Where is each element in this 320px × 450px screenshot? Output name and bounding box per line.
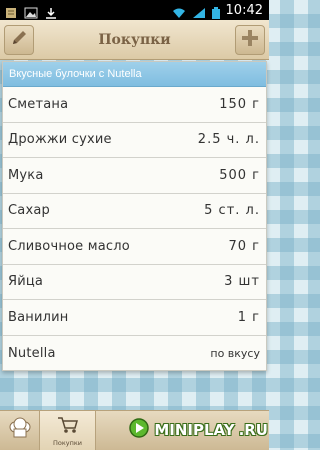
action-bar: Покупки <box>0 20 269 60</box>
shopping-list-panel: Вкусные булочки с Nutella Сметана 150 г … <box>2 61 267 371</box>
download-icon <box>44 4 58 19</box>
ingredient-qty: по вкусу <box>210 346 260 360</box>
watermark-text: MINIPLAY <box>154 421 235 439</box>
ingredient-name: Сахар <box>8 203 50 219</box>
edit-button[interactable] <box>4 25 34 55</box>
image-icon <box>24 4 38 19</box>
cart-icon <box>57 416 79 438</box>
battery-icon <box>211 4 220 19</box>
ingredient-row[interactable]: Сметана 150 г <box>3 87 266 123</box>
screen-title: Покупки <box>98 32 171 48</box>
ingredient-row[interactable]: Сахар 5 ст. л. <box>3 194 266 229</box>
ingredient-qty: 5 ст. л. <box>204 203 260 219</box>
tab-recipes[interactable] <box>0 411 40 450</box>
signal-icon <box>192 4 206 18</box>
watermark-logo-icon <box>128 417 150 443</box>
tab-shopping-label: Покупки <box>52 438 83 447</box>
ingredient-qty: 70 г <box>228 238 260 254</box>
status-left-icons <box>4 4 58 19</box>
recipe-header[interactable]: Вкусные булочки с Nutella <box>3 62 266 87</box>
watermark-domain: .RU <box>238 421 268 439</box>
ingredient-qty: 2.5 ч. л. <box>197 132 260 148</box>
ingredient-row[interactable]: Ванилин 1 г <box>3 300 266 336</box>
ingredient-row[interactable]: Сливочное масло 70 г <box>3 229 266 265</box>
ingredient-name: Сливочное масло <box>8 238 130 254</box>
ingredient-row[interactable]: Яйца 3 шт <box>3 265 266 300</box>
ingredient-list: Сметана 150 г Дрожжи сухие 2.5 ч. л. Мук… <box>3 87 266 371</box>
ingredient-name: Мука <box>8 167 44 183</box>
chef-hat-icon <box>8 417 32 445</box>
ingredient-row[interactable]: Nutella по вкусу <box>3 336 266 371</box>
watermark: MINIPLAY .RU <box>110 414 268 446</box>
ingredient-qty: 150 г <box>219 96 260 112</box>
status-bar: 10:42 <box>0 0 269 20</box>
ingredient-qty: 3 шт <box>224 274 260 290</box>
ingredient-name: Nutella <box>8 345 56 361</box>
plus-icon <box>240 28 260 52</box>
ingredient-row[interactable]: Дрожжи сухие 2.5 ч. л. <box>3 123 266 158</box>
ingredient-qty: 1 г <box>237 309 260 325</box>
add-button[interactable] <box>235 25 265 55</box>
ingredient-name: Яйца <box>8 274 44 290</box>
status-time: 10:42 <box>225 2 263 18</box>
pencil-icon <box>9 28 29 52</box>
ingredient-qty: 500 г <box>219 167 260 183</box>
tab-shopping[interactable]: Покупки <box>40 411 96 450</box>
wifi-icon <box>172 4 186 18</box>
notes-icon <box>4 4 18 18</box>
ingredient-name: Дрожжи сухие <box>8 132 112 148</box>
status-right-icons: 10:42 <box>172 2 263 19</box>
ingredient-name: Ванилин <box>8 309 69 325</box>
ingredient-name: Сметана <box>8 96 69 112</box>
ingredient-row[interactable]: Мука 500 г <box>3 158 266 194</box>
